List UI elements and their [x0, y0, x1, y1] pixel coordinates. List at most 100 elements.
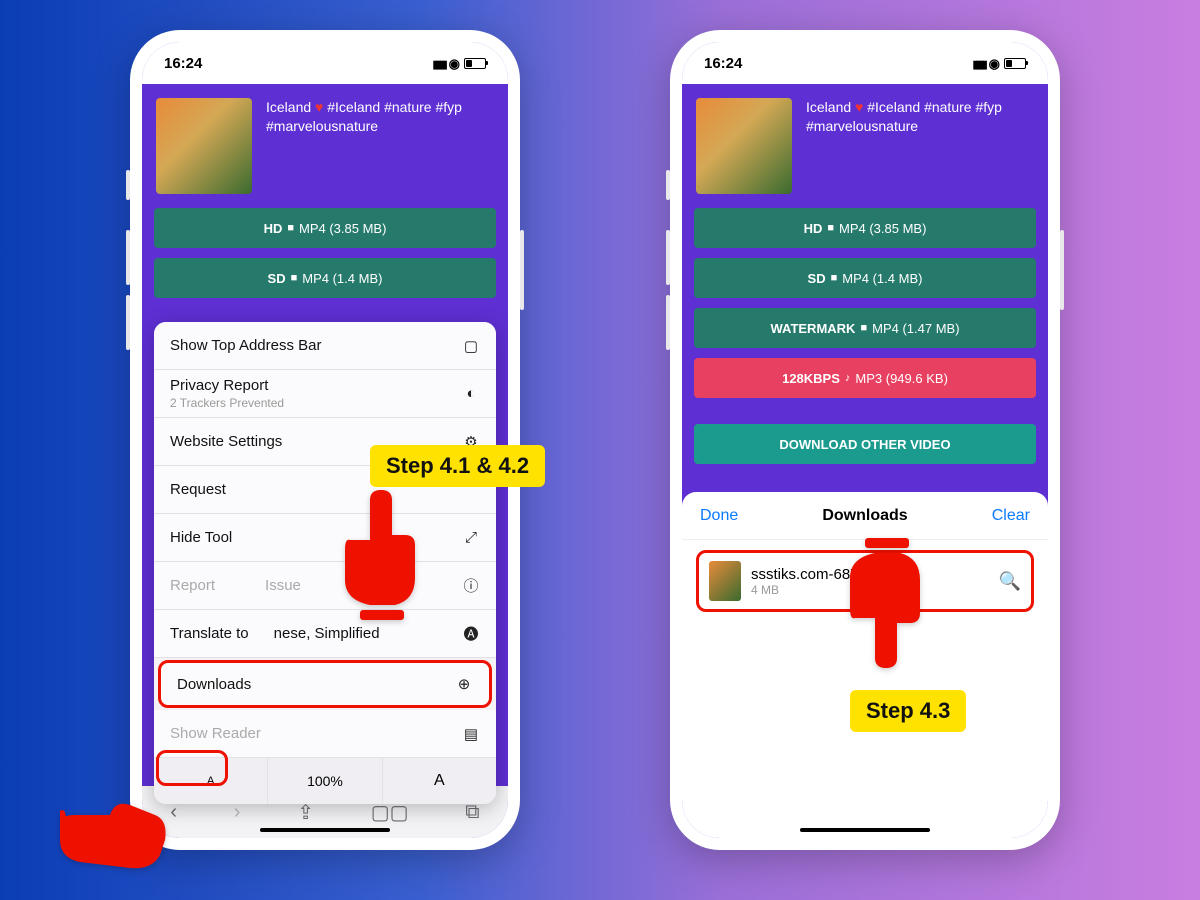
downloads-row[interactable]: Downloads ⊕ [158, 660, 492, 708]
download-thumbnail [709, 561, 741, 601]
download-other-video-button[interactable]: DOWNLOAD OTHER VIDEO [694, 424, 1036, 464]
row-label: Privacy Report [170, 377, 284, 394]
signal-icon [432, 55, 444, 72]
button-sub: MP4 (1.4 MB) [302, 271, 382, 286]
pointer-hand-icon [845, 538, 935, 673]
phone-side-button [126, 170, 130, 200]
video-thumbnail [156, 98, 252, 194]
watermark-download-button[interactable]: WATERMARK ■ MP4 (1.47 MB) [694, 308, 1036, 348]
button-label: 128KBPS [782, 371, 840, 386]
button-sub: MP4 (3.85 MB) [299, 221, 386, 236]
row-label-rest: Issue [265, 577, 301, 594]
phone-side-button [666, 230, 670, 285]
step-4-1-4-2-label: Step 4.1 & 4.2 [370, 445, 545, 487]
button-sub: MP4 (1.4 MB) [842, 271, 922, 286]
done-button[interactable]: Done [700, 507, 738, 525]
phone-left: 16:24 Iceland ♥ #Iceland #nature #fyp #m… [130, 30, 520, 850]
shield-icon: ◐ [462, 385, 480, 403]
magnifier-icon[interactable]: 🔍 [999, 571, 1021, 592]
aa-highlight [156, 750, 228, 786]
hd-download-button[interactable]: HD ■ MP4 (3.85 MB) [694, 208, 1036, 248]
caption-text: Iceland [266, 99, 315, 115]
caption-text: Iceland [806, 99, 855, 115]
video-header: Iceland ♥ #Iceland #nature #fyp #marvelo… [682, 84, 1048, 208]
download-buttons: HD ■ MP4 (3.85 MB) SD ■ MP4 (1.4 MB) WAT… [682, 208, 1048, 464]
phone-side-button [126, 230, 130, 285]
video-header: Iceland ♥ #Iceland #nature #fyp #marvelo… [142, 84, 508, 208]
row-label-part: Translate to [170, 625, 249, 642]
video-caption: Iceland ♥ #Iceland #nature #fyp #marvelo… [806, 98, 1034, 194]
status-bar: 16:24 [682, 42, 1048, 84]
phone-side-button [666, 170, 670, 200]
pointer-hand-icon [60, 790, 170, 885]
translate-icon: 🅐 [462, 625, 480, 643]
music-icon: ♪ [845, 372, 851, 384]
button-sub: MP4 (1.47 MB) [872, 321, 959, 336]
phone-side-button [520, 230, 524, 310]
row-label: Hide Tool [170, 529, 232, 546]
battery-icon [464, 58, 486, 69]
video-icon: ■ [831, 272, 838, 284]
download-icon: ⊕ [455, 675, 473, 693]
video-icon: ■ [291, 272, 298, 284]
button-sub: MP4 (3.85 MB) [839, 221, 926, 236]
battery-icon [1004, 58, 1026, 69]
addressbar-icon: ▢ [462, 337, 480, 355]
wifi-icon [989, 55, 1000, 72]
status-time: 16:24 [704, 55, 742, 72]
home-indicator [800, 828, 930, 832]
downloads-title: Downloads [822, 507, 907, 525]
button-label: HD [264, 221, 283, 236]
signal-icon [972, 55, 984, 72]
home-indicator [260, 828, 390, 832]
row-label: Downloads [177, 676, 251, 693]
wifi-icon [449, 55, 460, 72]
phone-side-button [666, 295, 670, 350]
info-icon: ⓘ [462, 577, 480, 595]
status-icons [432, 55, 486, 72]
button-label: SD [268, 271, 286, 286]
hide-toolbar-row[interactable]: Hide Tool ⤢ [154, 514, 496, 562]
button-label: SD [808, 271, 826, 286]
show-top-address-bar-row[interactable]: Show Top Address Bar ▢ [154, 322, 496, 370]
status-bar: 16:24 [142, 42, 508, 84]
downloads-header: Done Downloads Clear [682, 492, 1048, 540]
sd-download-button[interactable]: SD ■ MP4 (1.4 MB) [694, 258, 1036, 298]
video-icon: ■ [827, 222, 834, 234]
pointer-hand-icon [340, 490, 430, 625]
privacy-report-row[interactable]: Privacy Report 2 Trackers Prevented ◐ [154, 370, 496, 418]
download-buttons: HD ■ MP4 (3.85 MB) SD ■ MP4 (1.4 MB) [142, 208, 508, 298]
video-icon: ■ [287, 222, 294, 234]
row-label: Request [170, 481, 226, 498]
row-label-part: Report [170, 577, 215, 594]
row-label-rest: nese, Simplified [274, 625, 380, 642]
mp3-download-button[interactable]: 128KBPS ♪ MP3 (949.6 KB) [694, 358, 1036, 398]
step-4-3-label: Step 4.3 [850, 690, 966, 732]
video-thumbnail [696, 98, 792, 194]
clear-button[interactable]: Clear [992, 507, 1030, 525]
expand-icon: ⤢ [462, 529, 480, 547]
button-sub: MP3 (949.6 KB) [855, 371, 948, 386]
screen-left: 16:24 Iceland ♥ #Iceland #nature #fyp #m… [142, 42, 508, 838]
button-label: WATERMARK [770, 321, 855, 336]
reader-icon: ▤ [462, 725, 480, 743]
status-icons [972, 55, 1026, 72]
button-label: HD [804, 221, 823, 236]
translate-row[interactable]: Translate to nese, Simplified 🅐 [154, 610, 496, 658]
hd-download-button[interactable]: HD ■ MP4 (3.85 MB) [154, 208, 496, 248]
row-label: Website Settings [170, 433, 282, 450]
zoom-level: 100% [268, 758, 382, 804]
video-icon: ■ [860, 322, 867, 334]
row-label: Show Top Address Bar [170, 337, 321, 354]
sd-download-button[interactable]: SD ■ MP4 (1.4 MB) [154, 258, 496, 298]
status-time: 16:24 [164, 55, 202, 72]
row-label: Show Reader [170, 725, 261, 742]
row-subtitle: 2 Trackers Prevented [170, 396, 284, 410]
phone-side-button [1060, 230, 1064, 310]
phone-side-button [126, 295, 130, 350]
report-issue-row[interactable]: Report Issue ⓘ [154, 562, 496, 610]
button-label: DOWNLOAD OTHER VIDEO [779, 437, 950, 452]
video-caption: Iceland ♥ #Iceland #nature #fyp #marvelo… [266, 98, 494, 194]
safari-action-sheet: Show Top Address Bar ▢ Privacy Report 2 … [154, 322, 496, 804]
zoom-in-button[interactable]: A [383, 758, 496, 804]
